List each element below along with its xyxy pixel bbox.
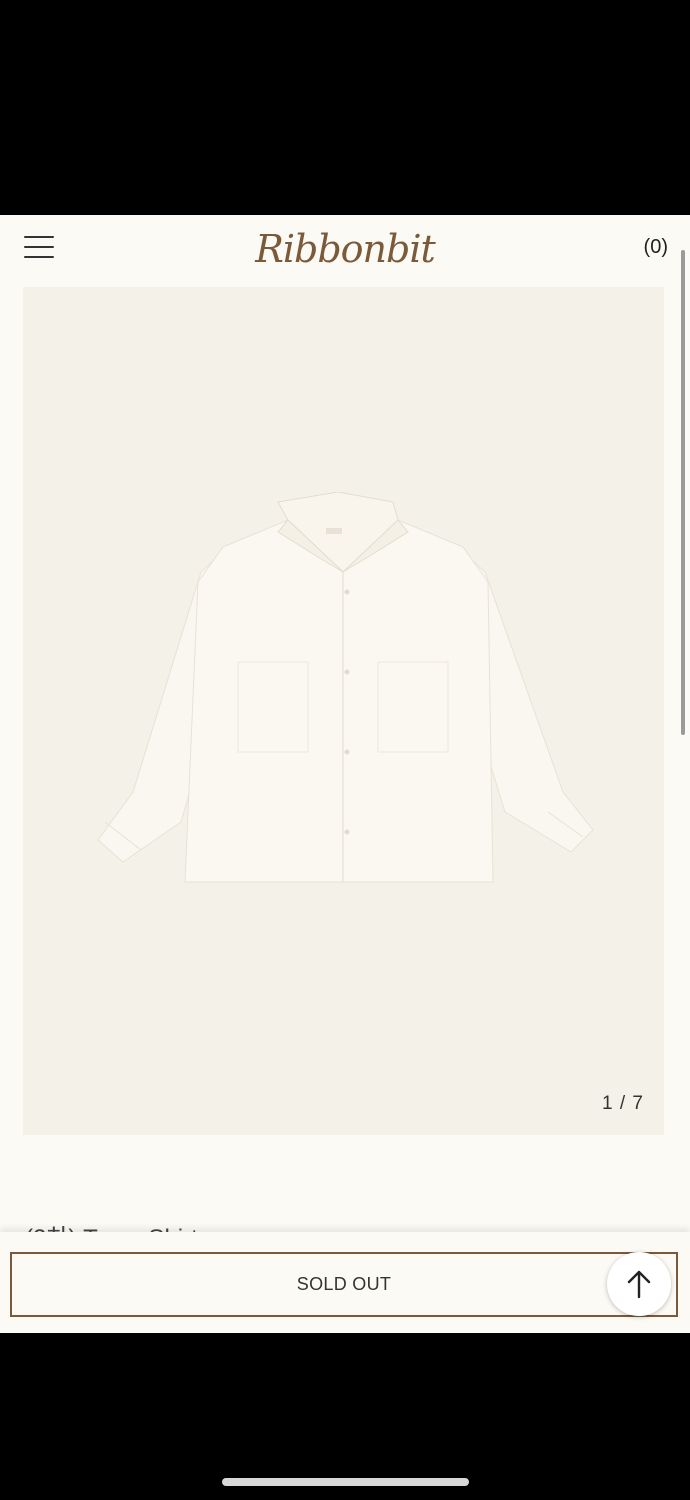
hamburger-menu-icon[interactable] <box>22 233 56 261</box>
product-gallery[interactable]: 1 / 7 <box>23 287 664 1135</box>
scroll-to-top-button[interactable] <box>607 1252 671 1316</box>
cart-count[interactable]: (0) <box>644 235 668 259</box>
sold-out-button[interactable]: SOLD OUT <box>10 1252 678 1317</box>
home-indicator[interactable] <box>222 1478 469 1486</box>
image-counter: 1 / 7 <box>602 1093 644 1114</box>
bottom-action-bar: SOLD OUT <box>0 1232 690 1333</box>
arrow-up-icon <box>627 1270 651 1299</box>
header: Ribbonbit (0) <box>0 215 690 285</box>
scrollbar[interactable] <box>681 250 685 735</box>
brand-logo[interactable]: Ribbonbit <box>235 219 455 279</box>
screen: Ribbonbit (0) 1 / 7 SOLD OUT <box>0 0 690 1500</box>
product-page: Ribbonbit (0) 1 / 7 SOLD OUT <box>0 215 690 1333</box>
product-image[interactable] <box>93 492 598 897</box>
